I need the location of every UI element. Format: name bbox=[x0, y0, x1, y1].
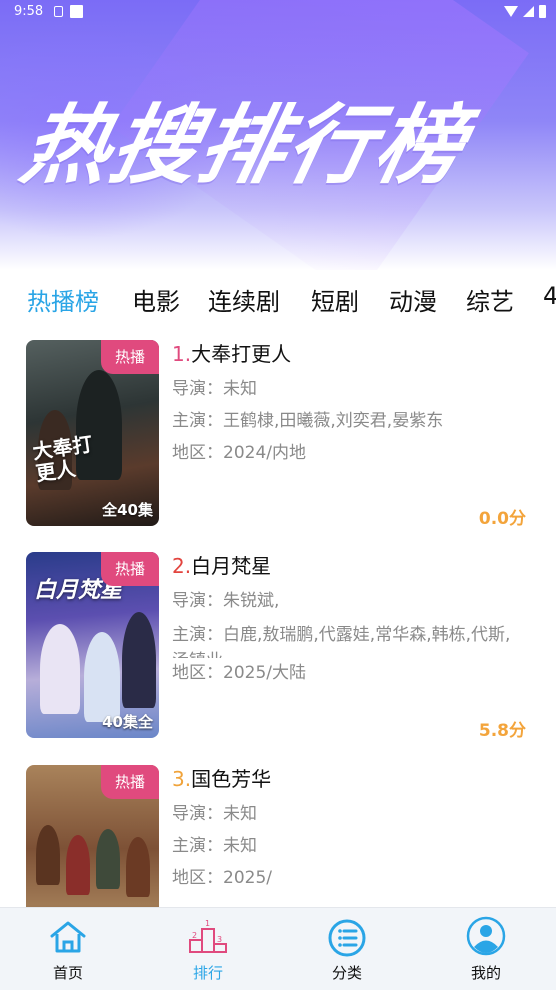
wifi-icon bbox=[504, 6, 518, 17]
nav-category-label: 分类 bbox=[331, 964, 362, 982]
status-right-icons bbox=[504, 5, 546, 18]
item-info: 2.白月梵星 导演：朱锐斌, 主演：白鹿,敖瑞鹏,代露娃,常华森,韩栋,代斯,汤… bbox=[172, 552, 532, 684]
cast-text: 主演：未知 bbox=[172, 836, 257, 856]
poster-figure bbox=[122, 612, 156, 708]
director-text: 导演：朱锐斌, bbox=[172, 591, 280, 611]
nav-home-label: 首页 bbox=[52, 964, 83, 982]
nav-category[interactable]: 分类 bbox=[297, 908, 397, 990]
hero-title: 热搜排行榜 bbox=[13, 96, 475, 196]
item-title-text: 大奉打更人 bbox=[191, 342, 292, 366]
poster-figure bbox=[96, 829, 120, 889]
rank-number: 2. bbox=[172, 554, 192, 578]
episode-count: 全40集 bbox=[102, 501, 153, 519]
nav-profile-label: 我的 bbox=[470, 964, 501, 982]
list-item[interactable]: 大奉打更人 热播 全40集 1.大奉打更人 导演：未知 主演：王鹤棣,田曦薇,刘… bbox=[0, 340, 556, 540]
item-title-text: 国色芳华 bbox=[191, 767, 272, 791]
list-icon bbox=[328, 919, 366, 957]
director-text: 导演：未知 bbox=[172, 804, 257, 824]
poster-image[interactable]: 白月梵星 热播 40集全 bbox=[26, 552, 159, 738]
svg-text:1: 1 bbox=[205, 919, 210, 928]
list-item[interactable]: 白月梵星 热播 40集全 2.白月梵星 导演：朱锐斌, 主演：白鹿,敖瑞鹏,代露… bbox=[0, 552, 556, 752]
poster-figure bbox=[36, 825, 60, 885]
battery-icon bbox=[539, 5, 546, 18]
podium-icon: 1 2 3 bbox=[189, 919, 227, 953]
nav-home[interactable]: 首页 bbox=[18, 908, 118, 990]
item-title[interactable]: 3.国色芳华 bbox=[172, 765, 532, 793]
poster-figure bbox=[40, 624, 80, 714]
tab-more[interactable]: 4 bbox=[543, 282, 556, 310]
score-text: 0.0分 bbox=[478, 509, 526, 529]
score-text: 5.8分 bbox=[478, 721, 526, 741]
poster-figure bbox=[126, 837, 150, 897]
category-tabs: 热播榜 电影 连续剧 短剧 动漫 综艺 4 bbox=[0, 272, 556, 322]
nav-ranking[interactable]: 1 2 3 排行 bbox=[158, 908, 258, 990]
tab-variety[interactable]: 综艺 bbox=[466, 282, 514, 317]
region-text: 地区：2025/ bbox=[172, 868, 272, 888]
signal-icon bbox=[523, 6, 534, 17]
nav-profile[interactable]: 我的 bbox=[436, 908, 536, 990]
item-title-text: 白月梵星 bbox=[191, 554, 272, 578]
status-time: 9:58 bbox=[14, 4, 44, 19]
tab-movie[interactable]: 电影 bbox=[132, 282, 180, 317]
poster-figure bbox=[84, 632, 120, 722]
region-text: 地区：2024/内地 bbox=[172, 443, 306, 463]
hot-badge: 热播 bbox=[101, 340, 159, 374]
status-bar: 9:58 bbox=[0, 0, 556, 24]
cast-text: 主演：白鹿,敖瑞鹏,代露娃,常华森,韩栋,代斯,汤镇业 bbox=[172, 625, 511, 658]
tab-series[interactable]: 连续剧 bbox=[208, 282, 280, 317]
svg-text:2: 2 bbox=[192, 931, 197, 940]
poster-figure bbox=[66, 835, 90, 895]
rank-number: 1. bbox=[172, 342, 192, 366]
tab-hot[interactable]: 热播榜 bbox=[27, 282, 99, 317]
item-info: 1.大奉打更人 导演：未知 主演：王鹤棣,田曦薇,刘奕君,晏紫东 地区：2024… bbox=[172, 340, 532, 464]
home-icon bbox=[50, 921, 86, 953]
item-info: 3.国色芳华 导演：未知 主演：未知 地区：2025/ bbox=[172, 765, 532, 889]
square-icon bbox=[70, 5, 83, 18]
tab-anime[interactable]: 动漫 bbox=[389, 282, 437, 317]
director-text: 导演：未知 bbox=[172, 379, 257, 399]
hero-banner: 热搜排行榜 bbox=[0, 0, 556, 270]
item-title[interactable]: 1.大奉打更人 bbox=[172, 340, 532, 368]
poster-image[interactable]: 大奉打更人 热播 全40集 bbox=[26, 340, 159, 526]
episode-count: 40集全 bbox=[102, 713, 153, 731]
region-text: 地区：2025/大陆 bbox=[172, 663, 306, 683]
bottom-nav: 首页 1 2 3 排行 分类 我的 bbox=[0, 907, 556, 990]
user-icon bbox=[466, 916, 506, 956]
hot-badge: 热播 bbox=[101, 765, 159, 799]
svg-text:3: 3 bbox=[217, 935, 222, 944]
a-icon bbox=[54, 6, 63, 17]
tab-short[interactable]: 短剧 bbox=[311, 282, 359, 317]
rank-number: 3. bbox=[172, 767, 192, 791]
nav-ranking-label: 排行 bbox=[192, 964, 223, 982]
cast-text: 主演：王鹤棣,田曦薇,刘奕君,晏紫东 bbox=[172, 411, 444, 431]
item-title[interactable]: 2.白月梵星 bbox=[172, 552, 532, 580]
hot-badge: 热播 bbox=[101, 552, 159, 586]
